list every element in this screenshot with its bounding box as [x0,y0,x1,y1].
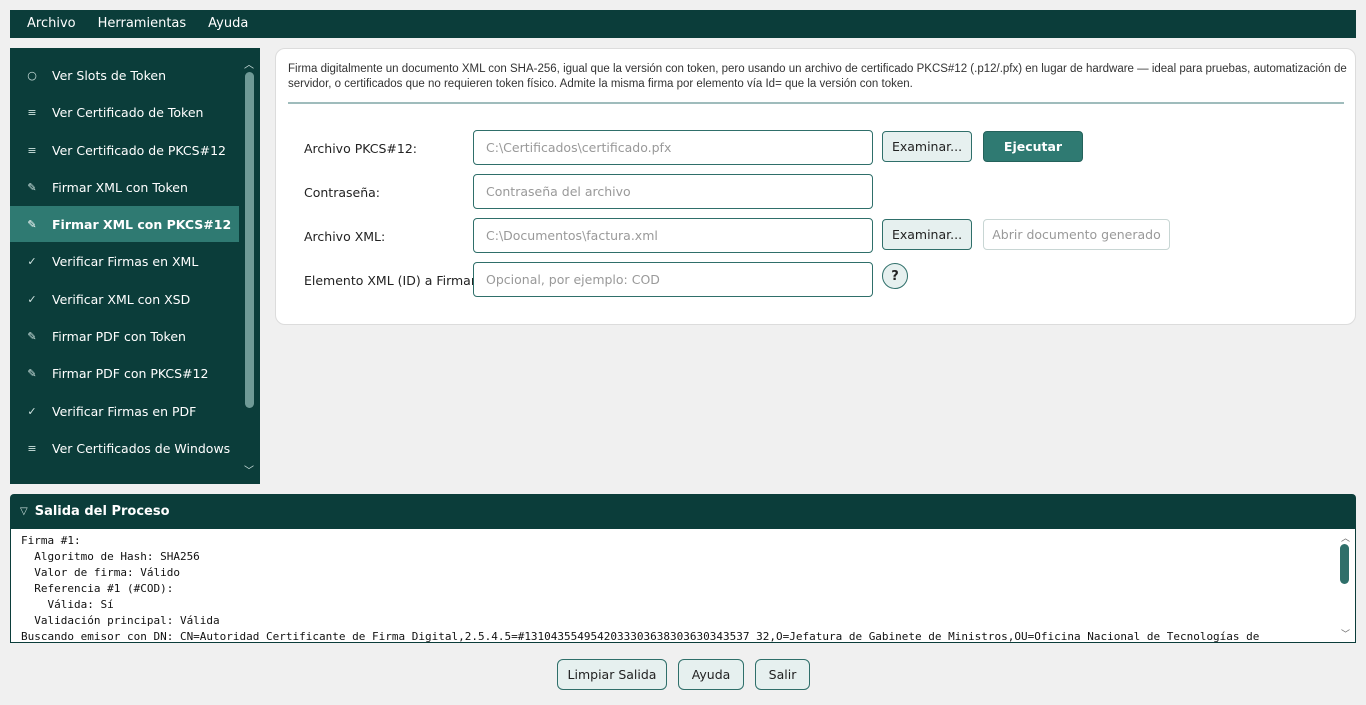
sidebar-item-label: Firmar PDF con PKCS#12 [52,365,209,381]
divider [288,102,1344,104]
help-button[interactable]: Ayuda [678,659,744,690]
sidebar-item-label: Verificar XML con XSD [52,291,191,307]
sidebar-item-label: Ver Certificados de Windows [52,440,231,456]
sidebar-item-ver-certificado-token[interactable]: ≡ Ver Certificado de Token [10,94,239,130]
slot-icon: ○ [27,68,37,82]
check-icon: ✓ [27,292,37,306]
pkcs-label: Archivo PKCS#12: [304,141,418,156]
scroll-up-icon[interactable]: ︿ [1341,531,1350,544]
xml-label: Archivo XML: [304,229,386,244]
execute-button[interactable]: Ejecutar [983,131,1083,162]
sidebar-item-ver-slots-token[interactable]: ○ Ver Slots de Token [10,57,239,93]
open-generated-button[interactable]: Abrir documento generado [983,219,1170,250]
description-text: Firma digitalmente un documento XML con … [288,63,1347,90]
scroll-up-icon[interactable]: ︿ [243,56,255,71]
sidebar: ○ Ver Slots de Token ≡ Ver Certificado de … [10,48,260,484]
sidebar-item-verificar-firmas-pdf[interactable]: ✓ Verificar Firmas en PDF [10,393,239,429]
menu-archivo[interactable]: Archivo [16,10,87,38]
sidebar-scrollbar-thumb[interactable] [245,72,254,408]
check-icon: ✓ [27,254,37,268]
output-title: Salida del Proceso [34,503,170,519]
output-console[interactable]: Firma #1: Algoritmo de Hash: SHA256 Valo… [10,528,1356,643]
help-icon[interactable]: ? [882,263,908,289]
sidebar-item-firmar-pdf-pkcs12[interactable]: ✎ Firmar PDF con PKCS#12 [10,355,239,391]
sidebar-item-label: Firmar XML con Token [52,179,188,195]
pen-icon: ✎ [27,180,37,194]
element-label: Elemento XML (ID) a Firmar: [304,273,480,288]
sidebar-item-label: Ver Slots de Token [52,67,166,83]
collapse-icon[interactable]: ▽ [20,506,28,517]
list-icon: ≡ [27,143,37,157]
output-text: Firma #1: Algoritmo de Hash: SHA256 Valo… [21,534,1260,643]
sidebar-item-firmar-xml-token[interactable]: ✎ Firmar XML con Token [10,169,239,205]
sidebar-item-label: Verificar Firmas en PDF [52,403,197,419]
sidebar-item-label: Ver Certificado de PKCS#12 [52,142,226,158]
sidebar-item-label: Firmar XML con PKCS#12 [52,216,232,232]
menu-ayuda[interactable]: Ayuda [197,10,259,38]
sidebar-item-ver-certificado-pkcs12[interactable]: ≡ Ver Certificado de PKCS#12 [10,132,239,168]
pen-icon: ✎ [27,217,37,231]
element-id-input[interactable]: Opcional, por ejemplo: COD [473,262,873,297]
output-header[interactable]: ▽ Salida del Proceso [10,494,1356,528]
password-input[interactable]: Contraseña del archivo [473,174,873,209]
password-label: Contraseña: [304,185,380,200]
list-icon: ≡ [27,105,37,119]
pen-icon: ✎ [27,329,37,343]
browse-pkcs-button[interactable]: Examinar... [882,131,972,162]
sidebar-item-label: Verificar Firmas en XML [52,253,199,269]
menu-herramientas[interactable]: Herramientas [87,10,198,38]
exit-button[interactable]: Salir [755,659,810,690]
check-icon: ✓ [27,404,37,418]
sidebar-item-label: Firmar PDF con Token [52,328,186,344]
scroll-down-icon[interactable]: ﹀ [243,462,255,477]
browse-xml-button[interactable]: Examinar... [882,219,972,250]
pkcs-file-input[interactable]: C:\Certificados\certificado.pfx [473,130,873,165]
sidebar-item-label: Ver Certificado de Token [52,104,204,120]
sidebar-item-verificar-xml-xsd[interactable]: ✓ Verificar XML con XSD [10,281,239,317]
output-scrollbar-thumb[interactable] [1340,544,1349,584]
sidebar-item-ver-certificados-windows[interactable]: ≡ Ver Certificados de Windows [10,430,239,466]
clear-output-button[interactable]: Limpiar Salida [557,659,667,690]
scroll-down-icon[interactable]: ﹀ [1341,627,1350,640]
form-panel: Firma digitalmente un documento XML con … [275,48,1356,325]
sidebar-item-firmar-xml-pkcs12[interactable]: ✎ Firmar XML con PKCS#12 [10,206,239,242]
pen-icon: ✎ [27,366,37,380]
list-icon: ≡ [27,441,37,455]
menu-bar: Archivo Herramientas Ayuda [10,10,1356,38]
sidebar-item-firmar-pdf-token[interactable]: ✎ Firmar PDF con Token [10,318,239,354]
xml-file-input[interactable]: C:\Documentos\factura.xml [473,218,873,253]
sidebar-item-verificar-firmas-xml[interactable]: ✓ Verificar Firmas en XML [10,243,239,279]
